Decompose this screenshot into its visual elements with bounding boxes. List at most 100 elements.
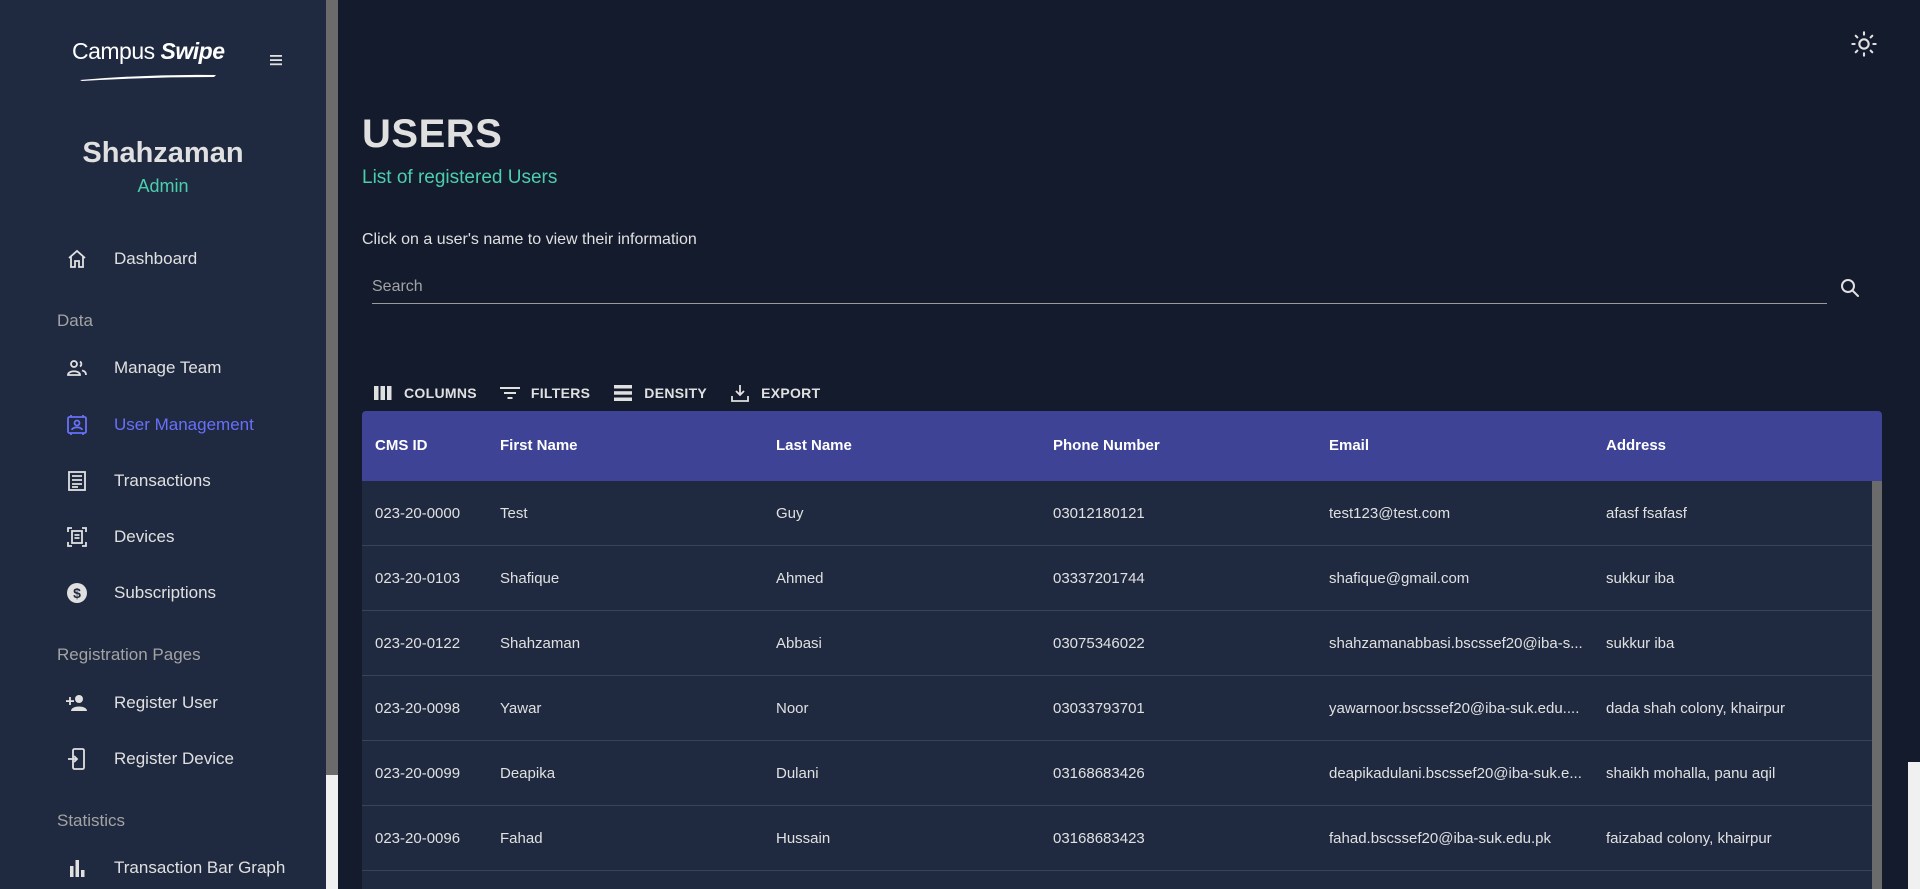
logo-swoosh-icon [80, 74, 216, 81]
cell-email: shafique@gmail.com [1329, 570, 1470, 587]
logo-swipe: Swipe [160, 38, 225, 64]
section-statistics: Statistics [57, 811, 126, 830]
cell-address: dada shah colony, khairpur [1606, 700, 1786, 717]
cell-phone-number: 03075346022 [1053, 635, 1145, 652]
cell-cms-id: 023-20-0098 [375, 700, 461, 717]
table-row[interactable]: 023-20-0099 Deapika Dulani 03168683426 d… [362, 741, 1872, 806]
sidebar-item-devices[interactable]: Devices [64, 519, 174, 555]
search-icon [1841, 279, 1859, 297]
sidebar-item-label: User Management [114, 415, 254, 434]
table-header: CMS ID First Name Last Name Phone Number… [362, 411, 1882, 481]
page-title: USERS [362, 112, 503, 156]
column-header-last-name[interactable]: Last Name [776, 437, 1036, 454]
cell-first-name[interactable]: Yawar [500, 700, 760, 717]
sidebar-item-label: Dashboard [114, 249, 198, 268]
columns-button[interactable]: COLUMNS [372, 382, 477, 404]
sidebar-item-label: Devices [114, 527, 175, 546]
home-icon [64, 246, 90, 272]
logo-text: Campus Swipe [72, 38, 225, 65]
cell-cms-id: 023-20-0099 [375, 765, 461, 782]
cell-cms-id: 023-20-0103 [375, 570, 461, 587]
document-scanner-icon [64, 524, 90, 550]
search-button[interactable] [1838, 276, 1862, 300]
table-row[interactable]: 023-20-0098 Yawar Noor 03033793701 yawar… [362, 676, 1872, 741]
cell-first-name[interactable]: Test [500, 505, 760, 522]
search-field [372, 272, 1827, 304]
cell-last-name: Abbasi [776, 635, 822, 652]
column-header-address[interactable]: Address [1606, 437, 1866, 454]
table-row[interactable]: 023-20-0103 Shafique Ahmed 03337201744 s… [362, 546, 1872, 611]
sidebar-item-manage-team[interactable]: Manage Team [64, 350, 221, 386]
filter-icon [499, 382, 521, 404]
sidebar-item-label: Transactions [114, 471, 211, 490]
download-icon [729, 382, 751, 404]
instruction-text: Click on a user's name to view their inf… [362, 231, 697, 248]
cell-email: deapikadulani.bscssef20@iba-suk.e... [1329, 765, 1582, 782]
cell-email: test123@test.com [1329, 505, 1451, 522]
cell-email: fahad.bscssef20@iba-suk.edu.pk [1329, 830, 1552, 847]
profile-name: Shahzaman [82, 137, 244, 169]
sidebar-scrollbar[interactable] [326, 0, 338, 889]
cell-phone-number: 03168683423 [1053, 830, 1145, 847]
device-add-icon [64, 746, 90, 772]
cell-first-name[interactable]: Shahzaman [500, 635, 760, 652]
theme-toggle-button[interactable] [1850, 30, 1878, 58]
filters-button[interactable]: FILTERS [499, 382, 590, 404]
sidebar-item-user-management[interactable]: User Management [64, 407, 254, 443]
sidebar-item-transactions[interactable]: Transactions [64, 463, 211, 499]
cell-address: sukkur iba [1606, 635, 1675, 652]
cell-first-name[interactable]: Fahad [500, 830, 760, 847]
density-button[interactable]: DENSITY [612, 382, 707, 404]
cell-address: sukkur iba [1606, 570, 1675, 587]
search-input[interactable] [372, 272, 1827, 302]
cell-last-name: Dulani [776, 765, 819, 782]
person-add-icon [64, 690, 90, 716]
cell-first-name[interactable]: Shafique [500, 570, 760, 587]
sidebar-item-register-device[interactable]: Register Device [64, 741, 234, 777]
columns-icon [372, 382, 394, 404]
column-header-email[interactable]: Email [1329, 437, 1589, 454]
dollar-circle-icon: $ [64, 580, 90, 606]
cell-last-name: Noor [776, 700, 809, 717]
cell-phone-number: 03012180121 [1053, 505, 1145, 522]
cell-address: shaikh mohalla, panu aqil [1606, 765, 1776, 782]
section-registration-pages: Registration Pages [57, 645, 201, 664]
density-icon [612, 382, 634, 404]
sidebar-item-dashboard[interactable]: Dashboard [64, 241, 197, 277]
sidebar-scrollbar-thumb[interactable] [326, 775, 338, 889]
cell-address: faizabad colony, khairpur [1606, 830, 1772, 847]
export-button[interactable]: EXPORT [729, 382, 820, 404]
density-label: DENSITY [644, 385, 708, 401]
table-row[interactable]: 023-20-0000 Test Guy 03012180121 test123… [362, 481, 1872, 546]
table-row[interactable]: 023-20-0096 Fahad Hussain 03168683423 fa… [362, 806, 1872, 871]
sidebar-item-label: Register Device [114, 749, 234, 768]
sun-icon [1851, 31, 1877, 57]
users-table: CMS ID First Name Last Name Phone Number… [362, 411, 1882, 889]
filters-label: FILTERS [530, 385, 591, 401]
sidebar: Campus Swipe Shahzaman Admin Dashboard D… [0, 0, 326, 889]
cell-last-name: Guy [776, 505, 804, 522]
sidebar-item-transaction-bar-graph[interactable]: Transaction Bar Graph [64, 850, 285, 886]
columns-label: COLUMNS [404, 385, 477, 401]
sidebar-item-label: Manage Team [114, 358, 222, 377]
bar-chart-icon [64, 855, 90, 881]
column-header-phone-number[interactable]: Phone Number [1053, 437, 1313, 454]
page-scrollbar-thumb[interactable] [1908, 762, 1920, 889]
cell-cms-id: 023-20-0096 [375, 830, 461, 847]
logo: Campus Swipe [72, 38, 332, 88]
cell-phone-number: 03337201744 [1053, 570, 1145, 587]
cell-first-name[interactable]: Deapika [500, 765, 760, 782]
cell-email: yawarnoor.bscssef20@iba-suk.edu.... [1329, 700, 1580, 717]
cell-last-name: Ahmed [776, 570, 824, 587]
cell-cms-id: 023-20-0000 [375, 505, 461, 522]
sidebar-item-label: Register User [114, 693, 218, 712]
column-header-cms-id[interactable]: CMS ID [375, 437, 485, 454]
table-scrollbar[interactable] [1872, 481, 1882, 889]
column-header-first-name[interactable]: First Name [500, 437, 760, 454]
hamburger-icon[interactable] [268, 52, 284, 68]
sidebar-item-subscriptions[interactable]: $ Subscriptions [64, 575, 216, 611]
cell-address: afasf fsafasf [1606, 505, 1687, 522]
table-row[interactable]: 023-20-0122 Shahzaman Abbasi 03075346022… [362, 611, 1872, 676]
profile-role: Admin [137, 176, 189, 196]
sidebar-item-register-user[interactable]: Register User [64, 685, 218, 721]
